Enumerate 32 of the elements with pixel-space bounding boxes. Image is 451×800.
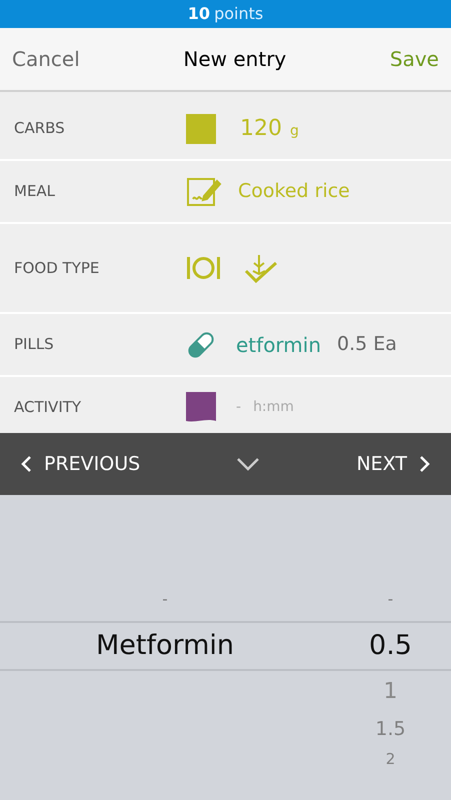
collapse-button[interactable] bbox=[236, 457, 260, 471]
plate-and-cutlery-icon bbox=[186, 256, 220, 280]
chevron-right-icon bbox=[418, 455, 431, 473]
picker-option[interactable]: Metformin bbox=[96, 621, 234, 671]
cancel-button[interactable]: Cancel bbox=[12, 44, 80, 74]
field-label: CARBS bbox=[13, 118, 66, 140]
form-row[interactable]: CARBS 120 g bbox=[0, 98, 451, 161]
form-row[interactable]: PILLS etformin 0.5 Ea bbox=[0, 314, 451, 377]
form-row[interactable]: MEAL Cooked rice bbox=[0, 161, 451, 224]
previous-button[interactable]: PREVIOUS bbox=[20, 450, 140, 478]
dash-text: - bbox=[236, 398, 242, 416]
chevron-down-icon bbox=[236, 457, 260, 471]
points-label: points bbox=[214, 3, 264, 25]
points-count: 10 bbox=[188, 3, 210, 25]
square-icon bbox=[186, 392, 216, 422]
field-label: FOOD TYPE bbox=[13, 258, 100, 279]
meal-value: Cooked rice bbox=[238, 179, 350, 204]
chevron-left-icon bbox=[20, 455, 32, 473]
field-label: MEAL bbox=[13, 181, 56, 202]
field-label: ACTIVITY bbox=[13, 396, 82, 418]
pen-and-paper-icon bbox=[186, 176, 222, 208]
form-row[interactable]: FOOD TYPE bbox=[0, 224, 451, 314]
unit-label: g bbox=[290, 122, 299, 141]
screen-title: New entry bbox=[183, 46, 286, 73]
pill-name: etformin bbox=[236, 332, 322, 358]
field-label: PILLS bbox=[13, 334, 55, 356]
next-button[interactable]: NEXT bbox=[356, 450, 431, 478]
carbs-value: 120 bbox=[240, 115, 282, 143]
duration-placeholder: h:mm bbox=[253, 398, 294, 416]
picker-option[interactable]: 0.5 bbox=[369, 621, 412, 671]
square-icon bbox=[186, 114, 216, 144]
pill-amount: 0.5 Ea bbox=[337, 332, 397, 358]
